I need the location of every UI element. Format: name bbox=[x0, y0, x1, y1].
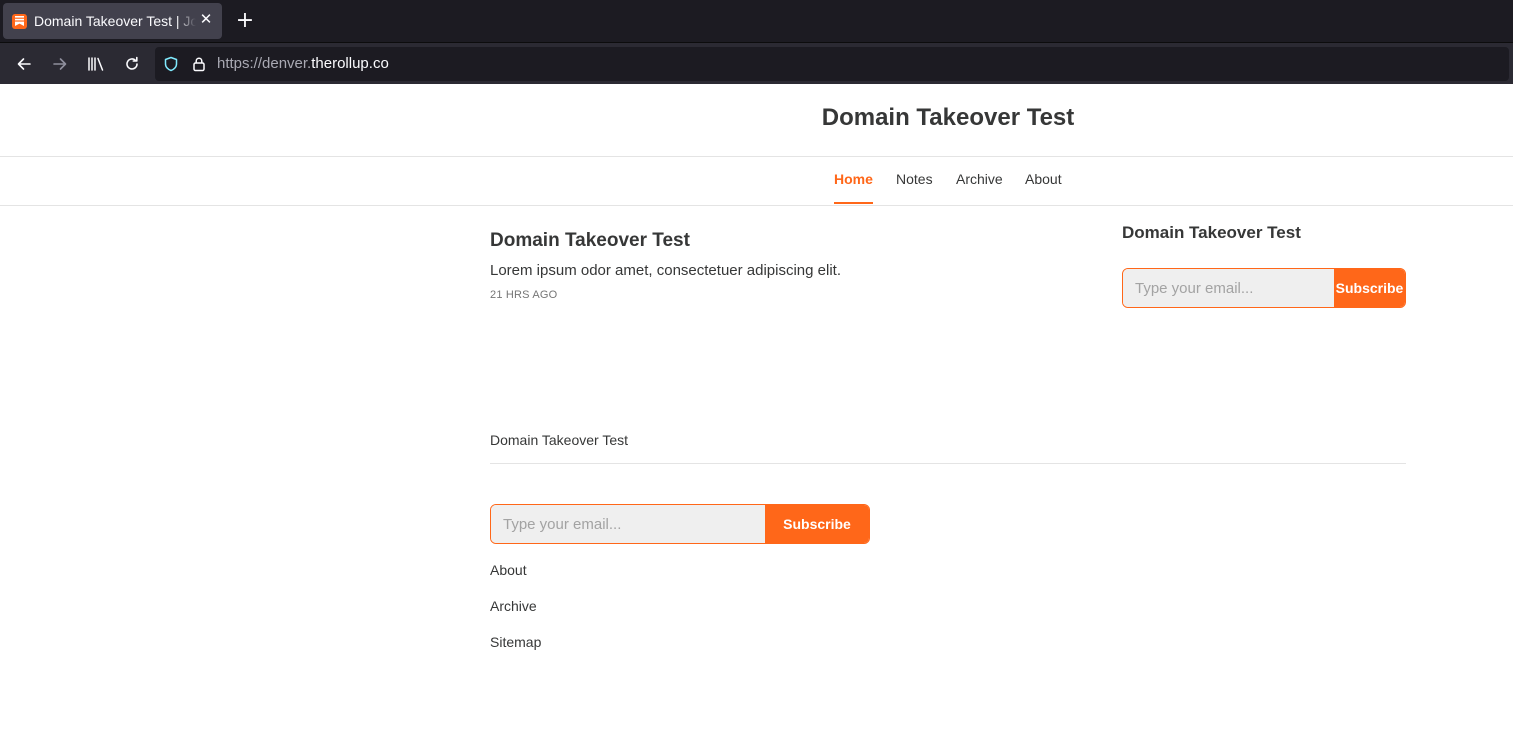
post-title[interactable]: Domain Takeover Test bbox=[490, 230, 690, 252]
footer-link-about[interactable]: About bbox=[490, 562, 527, 578]
url-text[interactable]: https://denver.therollup.co bbox=[217, 55, 389, 72]
forward-arrow-icon bbox=[53, 58, 67, 70]
footer-divider bbox=[490, 463, 1406, 464]
sidebar-email-input[interactable] bbox=[1123, 269, 1334, 307]
url-prefix: https://denver. bbox=[217, 55, 312, 72]
page-content: Domain Takeover Test Home Notes Archive … bbox=[0, 84, 1513, 732]
back-arrow-icon bbox=[17, 58, 31, 70]
lock-icon[interactable] bbox=[191, 56, 207, 77]
footer-site-name: Domain Takeover Test bbox=[490, 432, 628, 448]
nav-item-archive[interactable]: Archive bbox=[956, 171, 1003, 204]
reload-button[interactable] bbox=[120, 52, 144, 76]
address-bar[interactable]: https://denver.therollup.co bbox=[155, 47, 1509, 81]
new-tab-button[interactable]: + bbox=[234, 10, 256, 32]
post-excerpt[interactable]: Lorem ipsum odor amet, consectetuer adip… bbox=[490, 262, 841, 279]
sidebar-title: Domain Takeover Test bbox=[1122, 223, 1301, 242]
header-divider bbox=[0, 156, 1513, 157]
footer-subscribe-form: Subscribe bbox=[490, 504, 870, 544]
browser-nav-bar: https://denver.therollup.co bbox=[0, 42, 1513, 84]
post-date: 21 HRS AGO bbox=[490, 289, 558, 301]
browser-tab-bar: Domain Takeover Test | Jo ✕ + bbox=[0, 0, 1513, 42]
library-button[interactable] bbox=[84, 52, 108, 76]
tab-title: Domain Takeover Test | Jo bbox=[34, 13, 196, 29]
footer-link-archive[interactable]: Archive bbox=[490, 598, 537, 614]
site-nav: Home Notes Archive About bbox=[0, 171, 1513, 204]
nav-item-notes[interactable]: Notes bbox=[896, 171, 933, 204]
back-button[interactable] bbox=[12, 52, 36, 76]
footer-link-sitemap[interactable]: Sitemap bbox=[490, 634, 541, 650]
forward-button[interactable] bbox=[48, 52, 72, 76]
footer-email-input[interactable] bbox=[491, 505, 765, 543]
url-domain: therollup.co bbox=[311, 55, 389, 72]
library-icon bbox=[88, 57, 104, 71]
site-title[interactable]: Domain Takeover Test bbox=[0, 104, 1513, 132]
tracking-protection-shield-icon[interactable] bbox=[163, 56, 179, 77]
sidebar-subscribe-form: Subscribe bbox=[1122, 268, 1406, 308]
reload-icon bbox=[126, 56, 138, 70]
nav-divider bbox=[0, 205, 1513, 206]
sidebar-subscribe-button[interactable]: Subscribe bbox=[1334, 269, 1405, 307]
nav-item-about[interactable]: About bbox=[1025, 171, 1062, 204]
substack-favicon-icon bbox=[12, 13, 27, 29]
nav-item-home[interactable]: Home bbox=[834, 171, 873, 204]
tab-close-icon[interactable]: ✕ bbox=[198, 12, 214, 28]
footer-subscribe-button[interactable]: Subscribe bbox=[765, 505, 869, 543]
browser-tab[interactable]: Domain Takeover Test | Jo ✕ bbox=[3, 3, 222, 39]
